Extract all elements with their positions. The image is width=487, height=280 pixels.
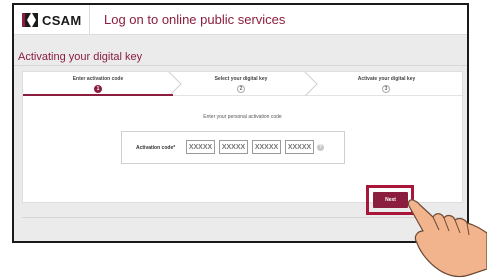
activation-code-field-4[interactable] (285, 140, 314, 154)
csam-logo-icon (22, 13, 38, 27)
step-1: Enter activation code 1 (23, 72, 173, 96)
step-3-label: Activate your digital key (357, 76, 416, 82)
activation-card: Enter activation code 1 Select your digi… (22, 71, 463, 203)
app-window: CSAM Log on to online public services Ac… (12, 3, 469, 243)
csam-logo[interactable]: CSAM (22, 11, 81, 29)
topbar-divider (89, 5, 90, 35)
step-1-label: Enter activation code (72, 76, 124, 82)
step-3-number: 3 (382, 85, 390, 93)
activation-code-field-1[interactable] (186, 140, 215, 154)
activation-code-box: Activation code* ? (121, 131, 345, 164)
step-2-label: Select your digital key (214, 76, 268, 82)
step-2: Select your digital key 2 (173, 72, 309, 96)
next-button[interactable]: Next (373, 192, 408, 208)
instruction-text: Enter your personal activation code (203, 114, 282, 120)
step-indicator: Enter activation code 1 Select your digi… (23, 72, 462, 96)
page-header: Activating your digital key (14, 49, 467, 66)
activation-code-label: Activation code* (136, 145, 176, 151)
activation-code-field-3[interactable] (252, 140, 281, 154)
footer-divider (22, 217, 463, 218)
pointing-hand-icon (407, 199, 487, 278)
logo-text: CSAM (42, 12, 82, 28)
step-2-number: 2 (237, 85, 245, 93)
help-icon[interactable]: ? (317, 144, 324, 151)
activation-code-field-2[interactable] (219, 140, 248, 154)
step-1-number: 1 (94, 85, 102, 93)
top-bar: CSAM Log on to online public services (14, 5, 467, 35)
site-title: Log on to online public services (104, 12, 286, 27)
page-header-divider (14, 65, 467, 66)
step-3: Activate your digital key 3 (309, 72, 464, 96)
active-step-underline (23, 94, 173, 96)
page-title: Activating your digital key (18, 51, 143, 63)
